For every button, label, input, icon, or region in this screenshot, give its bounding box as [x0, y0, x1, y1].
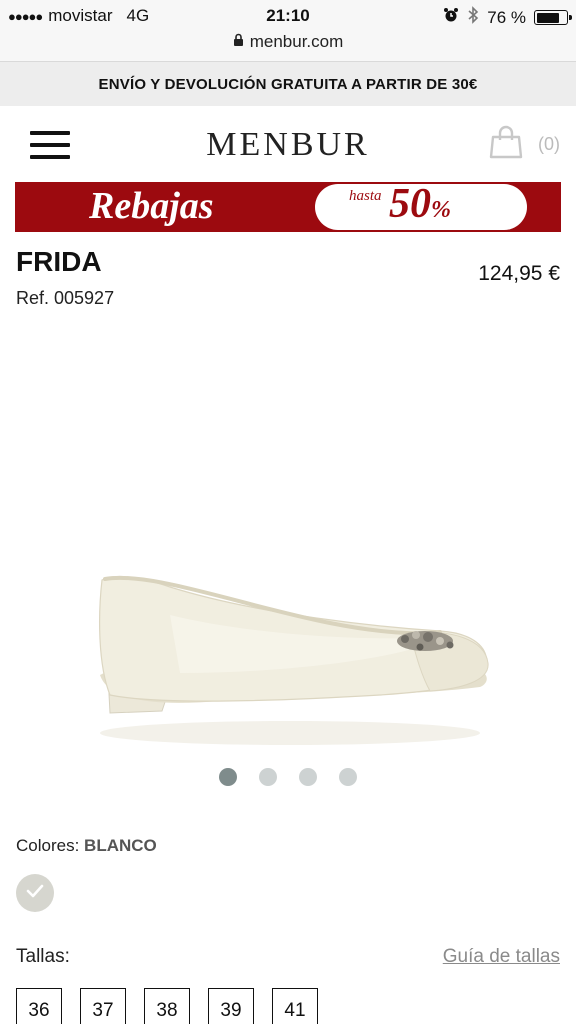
carousel-indicators: [0, 768, 576, 786]
shipping-promo-text: ENVÍO Y DEVOLUCIÓN GRATUITA A PARTIR DE …: [98, 75, 478, 93]
size-option-36[interactable]: 36: [16, 988, 62, 1024]
carousel-dot[interactable]: [299, 768, 317, 786]
sale-banner[interactable]: Rebajas hasta 50%: [15, 182, 561, 232]
sale-discount-percent: %: [431, 197, 451, 223]
cart-button[interactable]: (0): [488, 124, 560, 165]
size-option-37[interactable]: 37: [80, 988, 126, 1024]
battery-icon: [534, 10, 572, 25]
color-swatch-blanco[interactable]: [16, 874, 54, 912]
carousel-dot[interactable]: [219, 768, 237, 786]
sizes-label: Tallas:: [16, 946, 70, 967]
bluetooth-icon: [467, 6, 479, 29]
shopping-bag-icon: [488, 124, 524, 165]
product-reference: Ref. 005927: [16, 288, 115, 308]
size-option-38[interactable]: 38: [144, 988, 190, 1024]
status-right: 76 %: [443, 6, 572, 29]
shipping-promo-bar: ENVÍO Y DEVOLUCIÓN GRATUITA A PARTIR DE …: [0, 62, 576, 106]
site-header: MENBUR (0): [0, 106, 576, 182]
lock-icon: [233, 32, 244, 52]
size-option-41[interactable]: 41: [272, 988, 318, 1024]
checkmark-icon: [24, 880, 46, 907]
alarm-icon: [443, 7, 459, 28]
product-name: FRIDA: [16, 246, 102, 277]
battery-level: [536, 12, 559, 23]
size-guide-link[interactable]: Guía de tallas: [443, 946, 560, 968]
status-bar: ●●●●● movistar 4G 21:10 76 % menbur.com: [0, 0, 576, 62]
carousel-dot[interactable]: [259, 768, 277, 786]
colors-section: Colores: BLANCO: [16, 836, 157, 856]
url-text: menbur.com: [249, 32, 344, 51]
battery-percent: 76 %: [487, 7, 526, 27]
sale-discount-value: 50: [389, 182, 431, 227]
size-options: 36 37 38 39 41: [16, 988, 318, 1024]
carousel-dot[interactable]: [339, 768, 357, 786]
sale-discount: 50%: [389, 182, 451, 228]
product-image[interactable]: [80, 555, 500, 755]
address-bar[interactable]: menbur.com: [0, 32, 576, 52]
product-price: 124,95 €: [478, 262, 560, 285]
sale-prefix: hasta: [349, 188, 382, 204]
colors-label: Colores:: [16, 836, 80, 855]
size-option-39[interactable]: 39: [208, 988, 254, 1024]
selected-color-name: BLANCO: [84, 836, 157, 855]
sale-title: Rebajas: [89, 185, 214, 227]
cart-count: (0): [538, 134, 560, 154]
